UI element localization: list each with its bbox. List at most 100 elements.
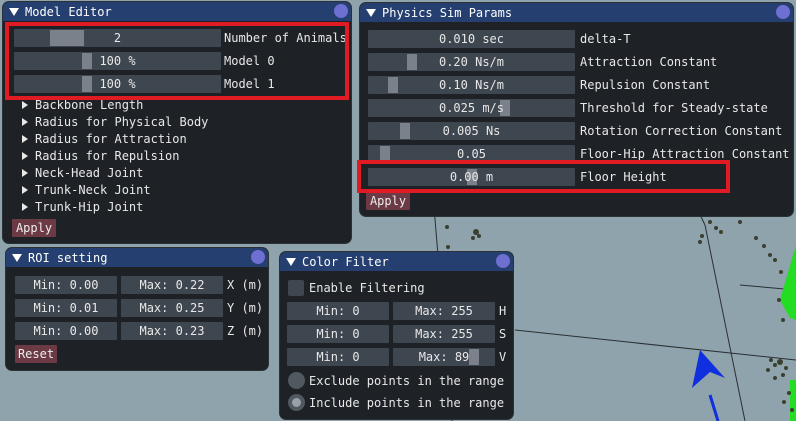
expand-arrow-icon [22, 202, 28, 211]
roi-z-max[interactable]: Max: 0.23 [121, 322, 223, 340]
tree-item-label: Trunk-Neck Joint [35, 182, 151, 197]
expand-arrow-icon [22, 168, 28, 177]
attraction-constant-slider[interactable]: 0.20 Ns/m [368, 53, 575, 71]
enable-filtering-checkbox[interactable] [288, 280, 304, 296]
close-icon[interactable] [496, 254, 510, 268]
slider-value: 2 [113, 31, 122, 45]
collapse-triangle-icon[interactable] [9, 7, 19, 16]
slider-label: Number of Animals [224, 31, 347, 45]
expand-arrow-icon [22, 151, 28, 160]
tree-item-radius-repulsion[interactable]: Radius for Repulsion [22, 147, 180, 164]
physics-apply-button[interactable]: Apply [366, 192, 410, 210]
include-radio[interactable] [288, 394, 305, 411]
steady-state-threshold-slider[interactable]: 0.025 m/s [368, 99, 575, 117]
close-icon[interactable] [776, 5, 790, 19]
physics-sim-params-window[interactable]: Physics Sim Params 0.010 sec delta-T 0.2… [360, 3, 793, 216]
rotation-correction-slider[interactable]: 0.005 Ns [368, 122, 575, 140]
v-max-field[interactable]: Max: 89 [393, 348, 495, 366]
slider-grab[interactable] [407, 54, 417, 70]
v-max-value: Max: 89 [418, 350, 470, 364]
roi-setting-window[interactable]: ROI setting Min: 0.00 Max: 0.22 X (m) Mi… [6, 248, 268, 370]
tree-item-label: Radius for Repulsion [35, 148, 180, 163]
v-min-field[interactable]: Min: 0 [287, 348, 389, 366]
exclude-radio[interactable] [288, 372, 305, 389]
include-label: Include points in the range [309, 396, 505, 410]
slider-grab[interactable] [388, 77, 398, 93]
param-value: 0.05 [457, 147, 486, 161]
tree-item-radius-attraction[interactable]: Radius for Attraction [22, 130, 187, 147]
slider-grab[interactable] [82, 76, 92, 92]
roi-x-max[interactable]: Max: 0.22 [121, 276, 223, 294]
roi-y-max[interactable]: Max: 0.25 [121, 299, 223, 317]
color-filter-title: Color Filter [302, 254, 389, 269]
param-value: 0.20 Ns/m [438, 55, 505, 69]
close-icon[interactable] [334, 4, 348, 18]
roi-axis-label: X (m) [227, 278, 264, 292]
tree-item-radius-physical-body[interactable]: Radius for Physical Body [22, 113, 208, 130]
tree-item-trunk-neck-joint[interactable]: Trunk-Neck Joint [22, 181, 151, 198]
enable-filtering-label: Enable Filtering [309, 281, 425, 295]
tree-item-backbone-length[interactable]: Backbone Length [22, 96, 143, 113]
roi-reset-button[interactable]: Reset [15, 345, 57, 363]
slider-value: 100 % [99, 54, 136, 68]
expand-arrow-icon [22, 117, 28, 126]
channel-label: V [499, 350, 507, 364]
model-1-slider[interactable]: 100 % [14, 75, 221, 93]
param-label: Floor-Hip Attraction Constant [580, 147, 790, 161]
param-label: Threshold for Steady-state [580, 101, 768, 115]
expand-arrow-icon [22, 100, 28, 109]
slider-label: Model 0 [224, 54, 275, 68]
param-label: Attraction Constant [580, 55, 718, 69]
param-value: 0.005 Ns [442, 124, 501, 138]
expand-arrow-icon [22, 134, 28, 143]
tree-item-label: Neck-Head Joint [35, 165, 144, 180]
roi-z-min[interactable]: Min: 0.00 [15, 322, 117, 340]
param-label: Rotation Correction Constant [580, 124, 783, 138]
collapse-triangle-icon[interactable] [12, 253, 22, 262]
tree-item-label: Radius for Physical Body [35, 114, 209, 129]
color-filter-titlebar[interactable]: Color Filter [280, 252, 513, 271]
roi-y-min[interactable]: Min: 0.01 [15, 299, 117, 317]
param-value: 0.025 m/s [438, 101, 505, 115]
axis-arrow-blue [692, 350, 725, 388]
param-value: 0.10 Ns/m [438, 78, 505, 92]
model-0-slider[interactable]: 100 % [14, 52, 221, 70]
slider-grab[interactable] [400, 123, 410, 139]
physics-titlebar[interactable]: Physics Sim Params [360, 3, 793, 22]
roi-axis-label: Z (m) [227, 324, 264, 338]
axis-arrow-green [780, 245, 796, 320]
delta-t-slider[interactable]: 0.010 sec [368, 30, 575, 48]
h-min-field[interactable]: Min: 0 [287, 302, 389, 320]
h-max-field[interactable]: Max: 255 [393, 302, 495, 320]
roi-titlebar[interactable]: ROI setting [6, 248, 268, 267]
floor-height-slider[interactable]: 0.00 m [368, 168, 575, 186]
param-value: 0.010 sec [438, 32, 505, 46]
slider-grab[interactable] [82, 53, 92, 69]
close-icon[interactable] [251, 250, 265, 264]
tree-item-neck-head-joint[interactable]: Neck-Head Joint [22, 164, 143, 181]
model-editor-window[interactable]: Model Editor 2 Number of Animals 100 % M… [3, 2, 351, 243]
tree-item-label: Backbone Length [35, 97, 144, 112]
collapse-triangle-icon[interactable] [366, 8, 376, 17]
color-filter-window[interactable]: Color Filter Enable Filtering Min: 0 Max… [280, 252, 513, 419]
slider-grab[interactable] [380, 146, 390, 162]
slider-grab[interactable] [469, 349, 479, 365]
expand-arrow-icon [22, 185, 28, 194]
number-of-animals-slider[interactable]: 2 [14, 29, 221, 47]
roi-x-min[interactable]: Min: 0.00 [15, 276, 117, 294]
channel-label: H [499, 304, 507, 318]
model-editor-titlebar[interactable]: Model Editor [3, 2, 351, 21]
slider-value: 100 % [99, 77, 136, 91]
repulsion-constant-slider[interactable]: 0.10 Ns/m [368, 76, 575, 94]
s-max-field[interactable]: Max: 255 [393, 325, 495, 343]
floor-hip-attraction-slider[interactable]: 0.05 [368, 145, 575, 163]
s-min-field[interactable]: Min: 0 [287, 325, 389, 343]
tree-item-trunk-hip-joint[interactable]: Trunk-Hip Joint [22, 198, 143, 215]
model-editor-apply-button[interactable]: Apply [12, 219, 56, 237]
tree-item-label: Radius for Attraction [35, 131, 187, 146]
param-label: Floor Height [580, 170, 667, 184]
physics-title: Physics Sim Params [382, 5, 513, 20]
collapse-triangle-icon[interactable] [286, 257, 296, 266]
slider-grab[interactable] [50, 30, 84, 46]
channel-label: S [499, 327, 507, 341]
